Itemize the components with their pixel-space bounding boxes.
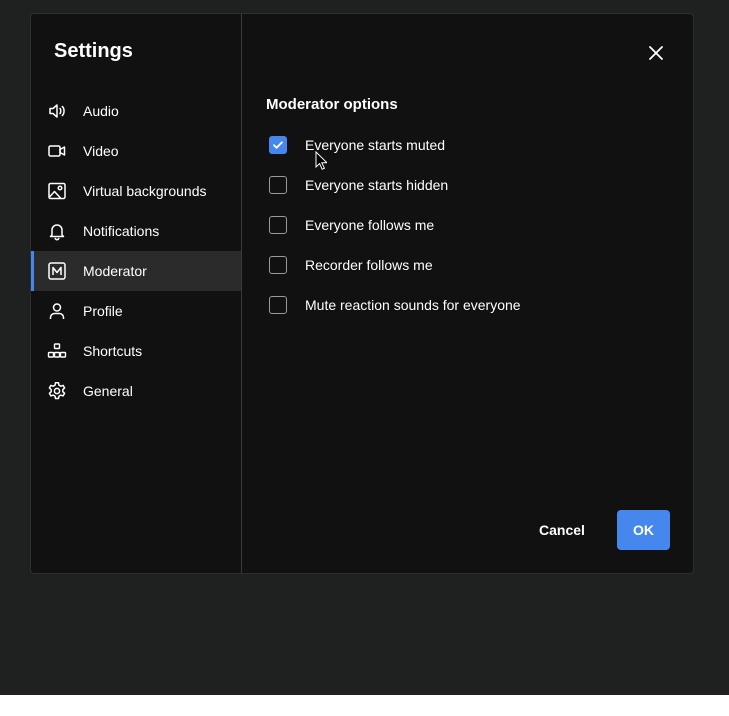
speaker-icon — [47, 101, 67, 121]
close-icon — [649, 46, 663, 60]
option-label: Everyone starts hidden — [305, 177, 449, 193]
sidebar-item-video[interactable]: Video — [31, 131, 241, 171]
sidebar-item-label: Moderator — [83, 263, 147, 279]
checkbox-checked[interactable] — [269, 136, 287, 154]
video-camera-icon — [47, 141, 67, 161]
option-label: Recorder follows me — [305, 257, 433, 273]
cancel-button[interactable]: Cancel — [527, 510, 597, 550]
sidebar-item-label: Notifications — [83, 223, 160, 239]
close-button[interactable] — [645, 42, 667, 64]
sidebar-item-label: Video — [83, 143, 119, 159]
checkbox[interactable] — [269, 296, 287, 314]
sidebar-item-shortcuts[interactable]: Shortcuts — [31, 331, 241, 371]
checkbox[interactable] — [269, 216, 287, 234]
sidebar-item-profile[interactable]: Profile — [31, 291, 241, 331]
option-everyone-follows-me[interactable]: Everyone follows me — [266, 205, 521, 245]
moderator-options-panel: Moderator options Everyone starts muted … — [266, 96, 521, 325]
sidebar-item-moderator[interactable]: Moderator — [31, 251, 241, 291]
option-everyone-starts-muted[interactable]: Everyone starts muted — [266, 125, 521, 165]
sidebar-item-notifications[interactable]: Notifications — [31, 211, 241, 251]
option-recorder-follows-me[interactable]: Recorder follows me — [266, 245, 521, 285]
option-label: Everyone starts muted — [305, 137, 446, 153]
sidebar-item-label: Virtual backgrounds — [83, 183, 207, 199]
sidebar-item-audio[interactable]: Audio — [31, 91, 241, 131]
sidebar-item-label: Profile — [83, 303, 123, 319]
section-title: Moderator options — [266, 96, 398, 113]
sidebar-item-general[interactable]: General — [31, 371, 241, 411]
gear-icon — [47, 381, 67, 401]
bell-icon — [47, 221, 67, 241]
checkbox[interactable] — [269, 256, 287, 274]
sidebar-item-virtual-backgrounds[interactable]: Virtual backgrounds — [31, 171, 241, 211]
ok-button[interactable]: OK — [617, 510, 670, 550]
image-icon — [47, 181, 67, 201]
checkbox[interactable] — [269, 176, 287, 194]
person-icon — [47, 301, 67, 321]
checkmark-icon — [273, 141, 283, 149]
settings-nav: Audio Video Virtual backgrounds Notifica… — [31, 91, 241, 411]
sidebar-item-label: Audio — [83, 103, 119, 119]
settings-dialog: Settings Audio Video Virtual backgrounds… — [30, 13, 694, 574]
dialog-title: Settings — [54, 40, 133, 62]
option-mute-reaction-sounds[interactable]: Mute reaction sounds for everyone — [266, 285, 521, 325]
moderator-icon — [47, 261, 67, 281]
settings-sidebar: Settings Audio Video Virtual backgrounds… — [31, 14, 242, 573]
option-everyone-starts-hidden[interactable]: Everyone starts hidden — [266, 165, 521, 205]
option-label: Mute reaction sounds for everyone — [305, 297, 521, 313]
shortcuts-icon — [47, 341, 67, 361]
option-label: Everyone follows me — [305, 217, 435, 233]
sidebar-item-label: General — [83, 383, 133, 399]
sidebar-item-label: Shortcuts — [83, 343, 143, 359]
